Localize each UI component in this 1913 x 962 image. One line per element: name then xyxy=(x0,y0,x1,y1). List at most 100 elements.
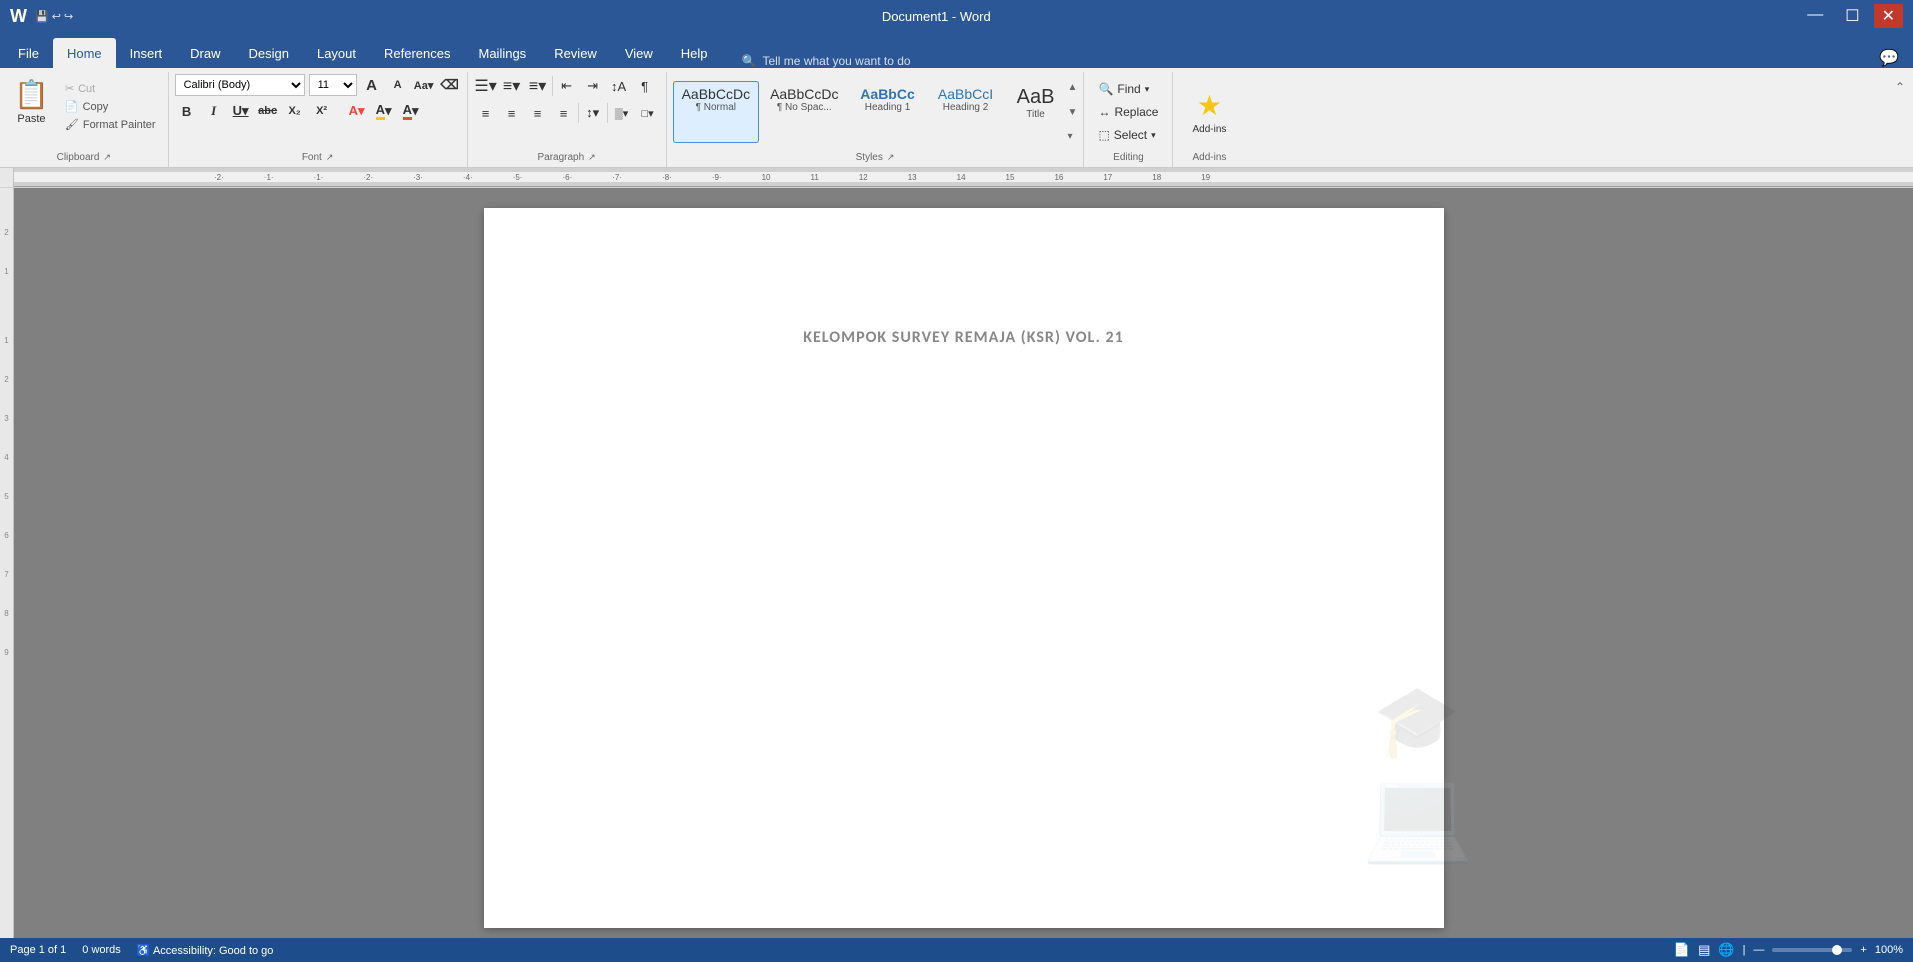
tab-file[interactable]: File xyxy=(4,38,53,68)
collapse-ribbon-button[interactable]: ⌃ xyxy=(1891,76,1909,98)
close-btn[interactable]: ✕ xyxy=(1874,4,1903,28)
style-heading1-label: Heading 1 xyxy=(865,102,911,113)
view-web-icon[interactable]: 🌐 xyxy=(1718,942,1734,958)
ribbon-spacer xyxy=(1245,72,1886,167)
underline-button[interactable]: U▾ xyxy=(229,99,253,123)
zoom-thumb xyxy=(1832,945,1842,955)
page-content[interactable]: KELOMPOK SURVEY REMAJA (KSR) VOL. 21 xyxy=(564,328,1364,928)
tab-review[interactable]: Review xyxy=(540,38,611,68)
quick-access-toolbar: 💾 ↩ ↪ xyxy=(35,10,73,23)
change-case-button[interactable]: Aa▾ xyxy=(413,74,435,96)
maximize-btn[interactable]: ☐ xyxy=(1837,4,1867,28)
watermark-area: 🎓 💻 xyxy=(1361,681,1473,868)
multilevel-button[interactable]: ≡▾ xyxy=(526,74,550,98)
font-row1: Calibri (Body) 11 A A Aa▾ ⌫ xyxy=(175,74,461,96)
styles-scroll-down[interactable]: ▼ xyxy=(1068,107,1078,118)
styles-expand-icon[interactable]: ↗ xyxy=(887,152,895,163)
style-heading2-button[interactable]: AaBbCcI Heading 2 xyxy=(928,81,1004,143)
sort-button[interactable]: ↕A xyxy=(607,74,631,98)
addins-button[interactable]: ★ Add-ins xyxy=(1184,82,1234,142)
format-painter-label: Format Painter xyxy=(83,119,156,131)
grow-font-button[interactable]: A xyxy=(361,74,383,96)
highlight-button[interactable]: A▾ xyxy=(372,99,396,123)
ruler-corner xyxy=(0,168,14,187)
clear-formatting-button[interactable]: ⌫ xyxy=(439,74,461,96)
strikethrough-button[interactable]: abc xyxy=(256,99,280,123)
line-spacing-button[interactable]: ↕▾ xyxy=(581,101,605,125)
font-name-select[interactable]: Calibri (Body) xyxy=(175,74,305,96)
zoom-out-button[interactable]: — xyxy=(1753,944,1764,956)
style-heading1-preview: AaBbCc xyxy=(860,86,914,102)
tab-view[interactable]: View xyxy=(611,38,667,68)
font-expand-icon[interactable]: ↗ xyxy=(326,152,334,163)
align-left-button[interactable]: ≡ xyxy=(474,101,498,125)
borders-button[interactable]: □▾ xyxy=(636,101,660,125)
text-effects-button[interactable]: A▾ xyxy=(345,99,369,123)
cut-button[interactable]: ✂ Cut xyxy=(59,80,162,97)
find-button[interactable]: 🔍 Find ▾ xyxy=(1090,79,1157,99)
word-count[interactable]: 0 words xyxy=(82,944,121,956)
increase-indent-button[interactable]: ⇥ xyxy=(581,74,605,98)
window-controls: — ☐ ✕ xyxy=(1799,4,1903,28)
bold-button[interactable]: B xyxy=(175,99,199,123)
paste-button[interactable]: 📋 Paste xyxy=(6,74,57,134)
show-hide-button[interactable]: ¶ xyxy=(633,74,657,98)
font-size-select[interactable]: 11 xyxy=(309,74,357,96)
replace-icon: ↔ xyxy=(1098,105,1110,119)
ruler-scale: ·2· ·1· ·1· ·2· ·3· ·4· ·5· ·6· ·7· ·8· … xyxy=(14,172,1913,182)
tab-help[interactable]: Help xyxy=(667,38,722,68)
replace-button[interactable]: ↔ Replace xyxy=(1090,102,1166,122)
title-bar-actions: 💬 xyxy=(1879,48,1909,68)
tab-home[interactable]: Home xyxy=(53,38,116,68)
paragraph-expand-icon[interactable]: ↗ xyxy=(588,152,596,163)
style-normal-button[interactable]: AaBbCcDc ¶ Normal xyxy=(673,81,759,143)
shading-button[interactable]: ▒▾ xyxy=(610,101,634,125)
shrink-font-button[interactable]: A xyxy=(387,74,409,96)
view-read-icon[interactable]: 📄 xyxy=(1674,942,1690,958)
select-button[interactable]: ⬚ Select ▾ xyxy=(1090,125,1163,145)
zoom-level[interactable]: 100% xyxy=(1875,944,1903,956)
style-heading1-button[interactable]: AaBbCc Heading 1 xyxy=(850,81,926,143)
status-left: Page 1 of 1 0 words ♿ Accessibility: Goo… xyxy=(10,944,273,957)
font-color-button[interactable]: A▾ xyxy=(399,99,423,123)
align-right-button[interactable]: ≡ xyxy=(526,101,550,125)
justify-button[interactable]: ≡ xyxy=(552,101,576,125)
format-painter-button[interactable]: 🖌 Format Painter xyxy=(59,116,162,133)
accessibility-status[interactable]: ♿ Accessibility: Good to go xyxy=(137,944,274,957)
style-title-button[interactable]: AaB Title xyxy=(1006,81,1066,143)
replace-label: Replace xyxy=(1114,105,1158,119)
minimize-btn[interactable]: — xyxy=(1799,4,1831,28)
addins-star-icon: ★ xyxy=(1197,89,1222,122)
styles-group-content: AaBbCcDc ¶ Normal AaBbCcDc ¶ No Spac... … xyxy=(673,74,1078,150)
italic-button[interactable]: I xyxy=(202,99,226,123)
subscript-button[interactable]: X₂ xyxy=(283,99,307,123)
styles-scroll-up[interactable]: ▲ xyxy=(1068,82,1078,93)
tab-design[interactable]: Design xyxy=(235,38,303,68)
search-placeholder[interactable]: Tell me what you want to do xyxy=(762,54,910,68)
decrease-indent-button[interactable]: ⇤ xyxy=(555,74,579,98)
tab-draw[interactable]: Draw xyxy=(176,38,234,68)
numbering-button[interactable]: ≡▾ xyxy=(500,74,524,98)
align-center-button[interactable]: ≡ xyxy=(500,101,524,125)
search-area: 🔍 Tell me what you want to do xyxy=(722,54,1880,68)
page-count[interactable]: Page 1 of 1 xyxy=(10,944,66,956)
tab-layout[interactable]: Layout xyxy=(303,38,370,68)
zoom-in-button[interactable]: + xyxy=(1860,944,1866,956)
tab-references[interactable]: References xyxy=(370,38,464,68)
superscript-button[interactable]: X² xyxy=(310,99,334,123)
find-label: Find xyxy=(1117,82,1140,96)
bullets-button[interactable]: ☰▾ xyxy=(474,74,498,98)
style-nospace-preview: AaBbCcDc xyxy=(770,86,838,102)
clipboard-expand-icon[interactable]: ↗ xyxy=(103,152,111,163)
tab-insert[interactable]: Insert xyxy=(116,38,177,68)
share-icon[interactable]: 💬 xyxy=(1879,48,1899,68)
style-title-preview: AaB xyxy=(1017,86,1055,109)
view-print-icon[interactable]: ▤ xyxy=(1698,942,1710,958)
styles-expand[interactable]: ▾ xyxy=(1068,131,1078,142)
copy-button[interactable]: 📄 Copy xyxy=(59,98,162,115)
page-canvas[interactable]: KELOMPOK SURVEY REMAJA (KSR) VOL. 21 🎓 💻 xyxy=(14,188,1913,938)
document-page[interactable]: KELOMPOK SURVEY REMAJA (KSR) VOL. 21 🎓 💻 xyxy=(484,208,1444,928)
tab-mailings[interactable]: Mailings xyxy=(465,38,541,68)
style-nospace-button[interactable]: AaBbCcDc ¶ No Spac... xyxy=(761,81,847,143)
zoom-slider[interactable] xyxy=(1772,948,1852,952)
